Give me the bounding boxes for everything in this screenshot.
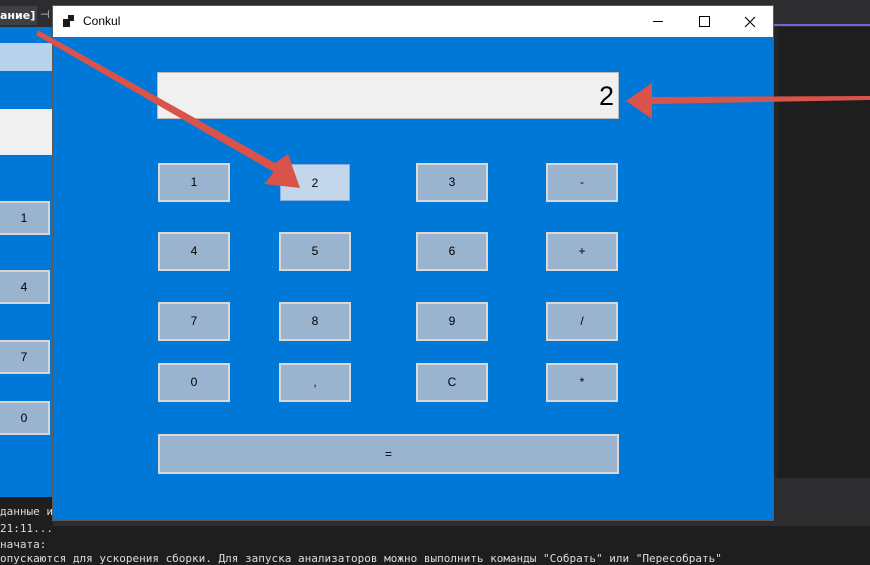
output-line: начата: (0, 538, 47, 551)
button-5[interactable]: 5 (279, 232, 351, 271)
output-line: опускаются для ускорения сборки. Для зап… (0, 552, 722, 565)
button-equals[interactable]: = (158, 434, 619, 474)
button-multiply[interactable]: * (546, 363, 618, 402)
button-comma[interactable]: , (279, 363, 351, 402)
calculator-display: 2 (157, 72, 619, 119)
output-line: данные и (0, 505, 53, 518)
button-0[interactable]: 0 (158, 363, 230, 402)
background-calculator-window: 1 4 7 0 (0, 27, 53, 497)
button-7[interactable]: 7 (158, 302, 230, 341)
button-clear[interactable]: C (416, 363, 488, 402)
background-button-0[interactable]: 0 (0, 401, 50, 435)
minimize-button[interactable] (635, 6, 681, 37)
button-6[interactable]: 6 (416, 232, 488, 271)
background-button-7[interactable]: 7 (0, 340, 50, 374)
background-title-strip (0, 43, 53, 71)
button-plus[interactable]: + (546, 232, 618, 271)
button-2[interactable]: 2 (280, 164, 350, 201)
calculator-window: Conkul 2 1 2 3 - 4 5 6 + 7 8 9 / 0 , C *… (53, 6, 773, 520)
maximize-icon (699, 16, 710, 27)
button-divide[interactable]: / (546, 302, 618, 341)
app-icon (63, 15, 75, 27)
minimize-icon (653, 21, 663, 22)
output-line: 21:11... (0, 522, 53, 535)
button-1[interactable]: 1 (158, 163, 230, 202)
button-minus[interactable]: - (546, 163, 618, 202)
ide-document-tab[interactable]: ание] (0, 6, 37, 25)
maximize-button[interactable] (681, 6, 727, 37)
ide-accent-line (772, 24, 870, 26)
window-title-bar[interactable]: Conkul (53, 6, 773, 37)
background-button-1[interactable]: 1 (0, 201, 50, 235)
close-icon (744, 16, 756, 28)
background-display (0, 109, 53, 155)
close-button[interactable] (727, 6, 773, 37)
button-8[interactable]: 8 (279, 302, 351, 341)
background-button-4[interactable]: 4 (0, 270, 50, 304)
button-3[interactable]: 3 (416, 163, 488, 202)
button-4[interactable]: 4 (158, 232, 230, 271)
button-9[interactable]: 9 (416, 302, 488, 341)
pin-icon[interactable]: ⊣ (40, 8, 50, 21)
window-title: Conkul (83, 14, 121, 28)
